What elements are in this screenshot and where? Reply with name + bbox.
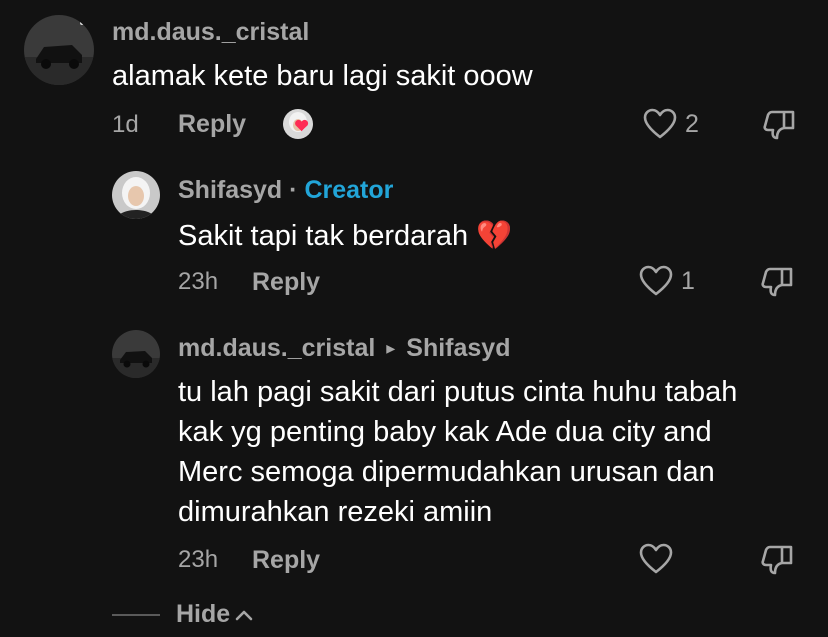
heart-icon	[639, 543, 673, 574]
avatar[interactable]	[24, 15, 94, 85]
reply-button[interactable]: Reply	[252, 268, 320, 297]
chevron-up-icon	[235, 610, 253, 620]
comment-text-body: Sakit tapi tak berdarah	[178, 220, 469, 252]
dislike-button[interactable]	[760, 543, 794, 582]
comment-text: Sakit tapi tak berdarah 💔	[178, 215, 512, 256]
like-count: 1	[681, 266, 695, 295]
hide-label: Hide	[176, 600, 231, 628]
reply-button[interactable]: Reply	[252, 546, 320, 575]
comment-text: alamak kete baru lagi sakit ooow	[112, 60, 533, 92]
reply-to-user[interactable]: Shifasyd	[406, 334, 510, 362]
separator: ·	[289, 176, 298, 204]
username[interactable]: md.daus._cristal ▸ Shifasyd	[178, 334, 510, 363]
dislike-icon	[763, 110, 795, 140]
username-text: md.daus._cristal	[178, 334, 376, 362]
like-button[interactable]: 1	[639, 265, 695, 297]
username[interactable]: Shifasyd · Creator	[178, 176, 393, 205]
comment-text: tu lah pagi sakit dari putus cinta huhu …	[178, 372, 818, 532]
like-button[interactable]	[639, 543, 681, 575]
timestamp: 1d	[112, 111, 139, 138]
avatar[interactable]	[112, 171, 160, 219]
dislike-button[interactable]	[760, 265, 794, 304]
dislike-button[interactable]	[762, 108, 796, 147]
dislike-icon	[761, 267, 793, 297]
dislike-icon	[761, 545, 793, 575]
creator-badge: Creator	[304, 176, 394, 204]
reply-button[interactable]: Reply	[178, 110, 246, 139]
username[interactable]: md.daus._cristal	[112, 18, 309, 47]
comment-line: tu lah pagi sakit dari putus cinta huhu …	[178, 376, 738, 408]
timestamp: 23h	[178, 546, 219, 573]
creator-liked-avatar	[282, 108, 314, 140]
heart-icon	[639, 265, 673, 296]
divider	[112, 613, 160, 616]
username-text: Shifasyd	[178, 176, 283, 204]
avatar[interactable]	[112, 330, 160, 378]
comment-line: dimurahkan rezeki amiin	[178, 496, 493, 528]
like-button[interactable]: 2	[643, 108, 699, 140]
comment-line: Merc semoga dipermudahkan urusan dan	[178, 456, 715, 488]
heart-icon	[643, 108, 677, 139]
like-count: 2	[685, 109, 699, 138]
hide-replies-button[interactable]: Hide	[112, 600, 254, 629]
comment-line: kak yg penting baby kak Ade dua city and	[178, 416, 712, 448]
reply-arrow-icon: ▸	[386, 338, 396, 358]
broken-heart-icon: 💔	[476, 218, 513, 252]
timestamp: 23h	[178, 268, 219, 295]
